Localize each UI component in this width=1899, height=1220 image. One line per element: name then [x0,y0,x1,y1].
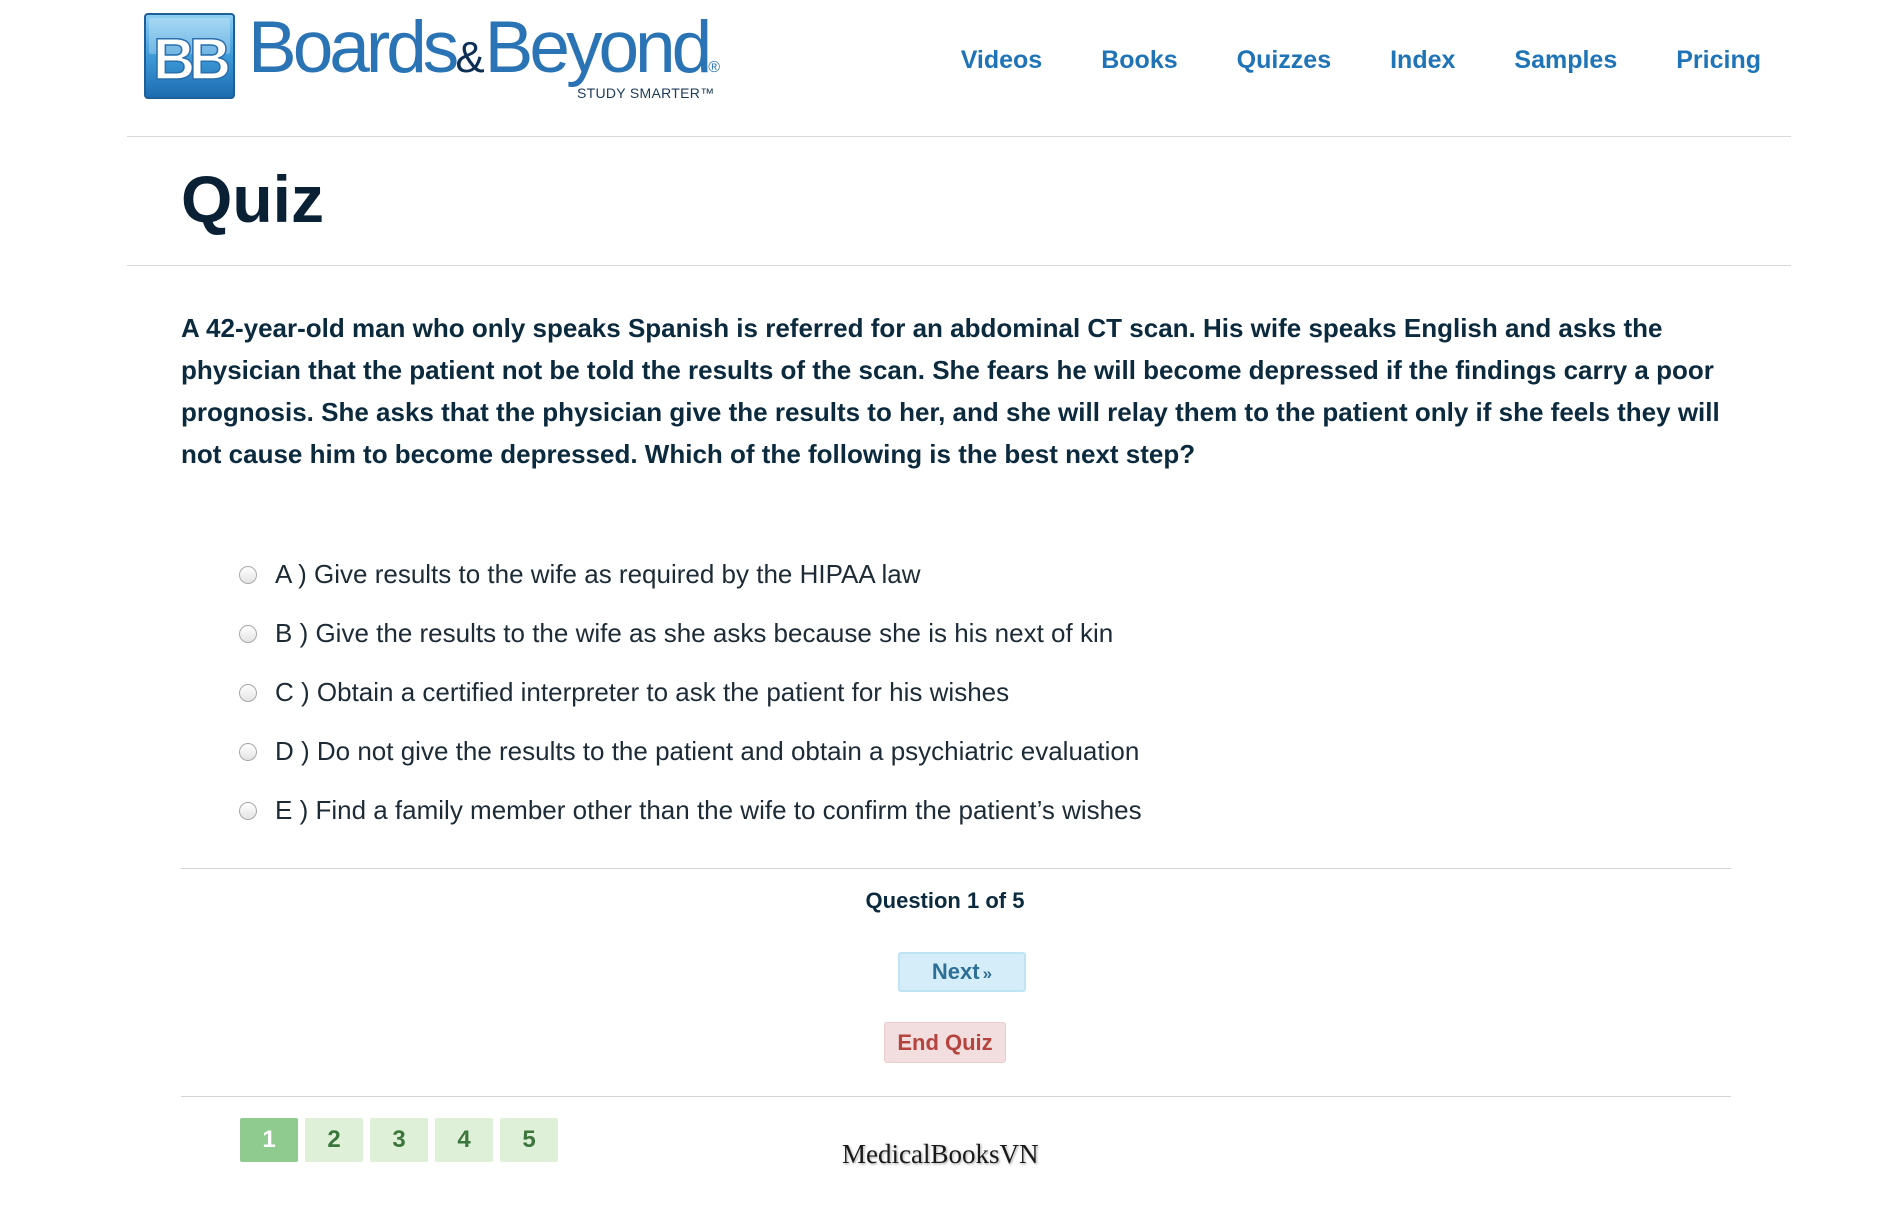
radio-button[interactable] [239,624,257,643]
page-button-5[interactable]: 5 [500,1118,558,1162]
radio-button[interactable] [239,801,257,820]
boards-and-beyond-logo[interactable]: BB Boards&Beyond® STUDY SMARTER™ [144,7,744,103]
answer-option-d[interactable]: D ) Do not give the results to the patie… [239,722,1142,781]
nav-index[interactable]: Index [1390,46,1455,75]
option-label: A ) Give results to the wife as required… [275,559,921,589]
bb-badge-icon: BB [144,13,235,99]
nav-books[interactable]: Books [1101,46,1177,75]
divider [181,868,1731,869]
nav-quizzes[interactable]: Quizzes [1237,46,1331,75]
site-header: BB Boards&Beyond® STUDY SMARTER™ Videos … [127,0,1791,137]
radio-button[interactable] [239,742,257,761]
answer-option-b[interactable]: B ) Give the results to the wife as she … [239,604,1142,663]
answer-option-a[interactable]: A ) Give results to the wife as required… [239,545,1142,604]
nav-pricing[interactable]: Pricing [1676,46,1761,75]
nav-samples[interactable]: Samples [1514,46,1617,75]
option-label: E ) Find a family member other than the … [275,795,1142,825]
end-quiz-button[interactable]: End Quiz [884,1022,1006,1063]
title-band: Quiz [127,137,1791,266]
question-progress: Question 1 of 5 [865,888,1025,913]
watermark: MedicalBooksVN [842,1139,1039,1169]
logo-badge-text: BB [153,27,229,92]
question-stem: A 42-year-old man who only speaks Spanis… [181,313,1720,469]
radio-button[interactable] [239,683,257,702]
answer-option-e[interactable]: E ) Find a family member other than the … [239,781,1142,840]
answer-option-c[interactable]: C ) Obtain a certified interpreter to as… [239,663,1142,722]
answer-options: A ) Give results to the wife as required… [239,545,1142,840]
page-button-4[interactable]: 4 [435,1118,493,1162]
nav-videos[interactable]: Videos [961,46,1043,75]
chevron-right-icon: » [982,964,993,983]
page-button-2[interactable]: 2 [305,1118,363,1162]
radio-button[interactable] [239,565,257,584]
question-pager: 1 2 3 4 5 [240,1118,558,1162]
next-label: Next [931,959,980,984]
next-button[interactable]: Next» [898,952,1026,992]
divider [181,1096,1731,1097]
option-label: C ) Obtain a certified interpreter to as… [275,677,1010,707]
page-button-3[interactable]: 3 [370,1118,428,1162]
main-nav: Videos Books Quizzes Index Samples Prici… [961,46,1761,75]
page-title: Quiz [181,162,324,236]
page-button-1[interactable]: 1 [240,1118,298,1162]
logo-wordmark: Boards&Beyond® [248,7,721,88]
logo-tagline: STUDY SMARTER™ [577,85,715,101]
option-label: B ) Give the results to the wife as she … [275,618,1114,648]
option-label: D ) Do not give the results to the patie… [275,736,1140,766]
